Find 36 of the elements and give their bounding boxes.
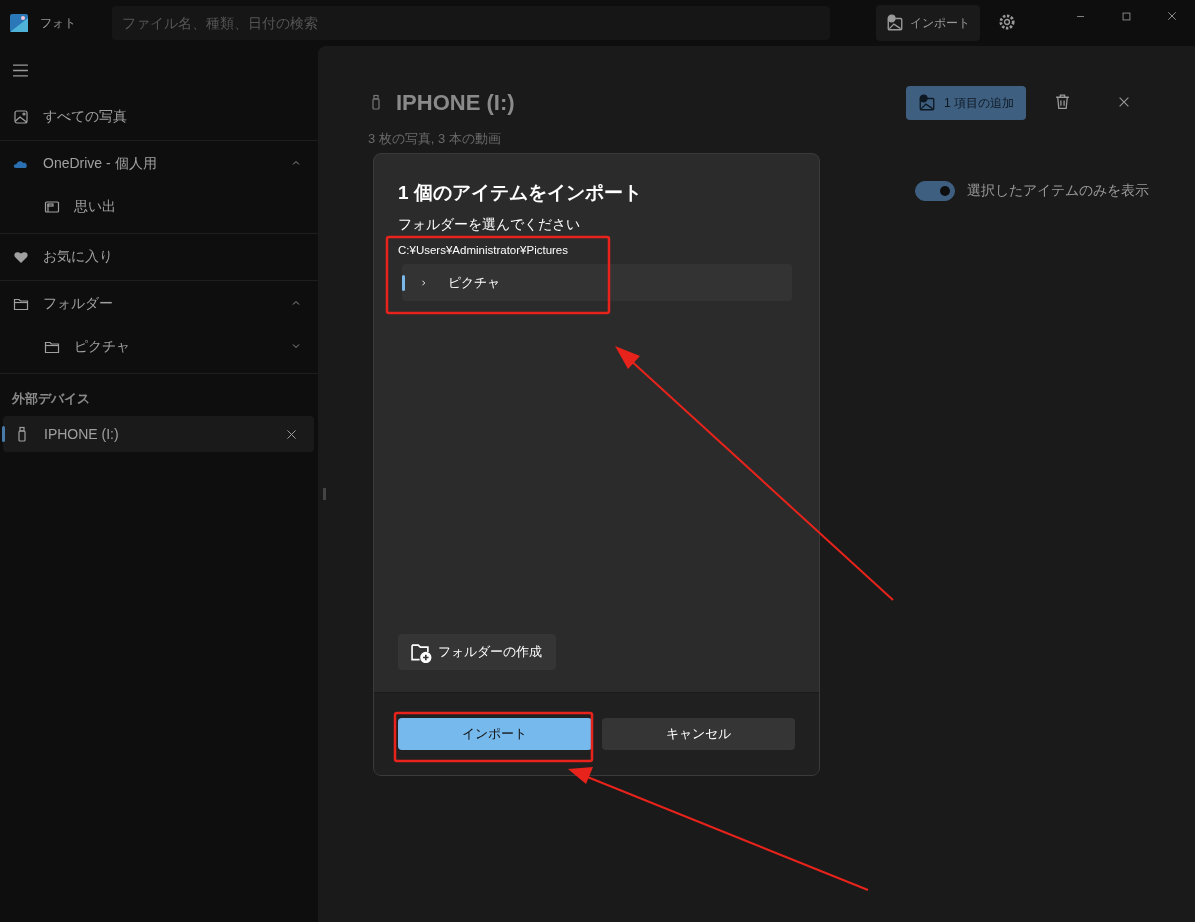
device-item[interactable]: IPHONE (I:) [3, 416, 314, 452]
item-count: 3 枚の写真, 3 本の動画 [368, 130, 502, 148]
album-icon [44, 199, 60, 215]
dialog-title: 1 個のアイテムをインポート [398, 181, 643, 205]
page-title: IPHONE (I:) [396, 90, 515, 116]
sidebar-item[interactable]: 思い出 [74, 198, 302, 216]
splitter-handle-icon[interactable] [323, 488, 326, 500]
folder-tree-item[interactable]: ピクチャ [402, 264, 792, 301]
folder-icon [13, 296, 29, 312]
sidebar-item[interactable]: ピクチャ [74, 338, 276, 356]
import-button[interactable]: インポート [876, 5, 980, 41]
search-field[interactable]: ファイル名、種類、日付の検索 [112, 6, 830, 40]
app-logo-icon [10, 14, 28, 32]
new-folder-icon [410, 641, 432, 663]
folder-icon [44, 339, 60, 355]
photo-icon [13, 109, 29, 125]
folder-path: C:¥Users¥Administrator¥Pictures [398, 244, 569, 256]
close-icon [285, 427, 298, 441]
cancel-button[interactable]: キャンセル [601, 718, 795, 750]
image-download-icon [886, 14, 904, 32]
settings-icon [998, 12, 1016, 31]
sidebar-item[interactable]: お気に入り [43, 248, 302, 266]
sidebar-item[interactable]: すべての写真 [43, 108, 302, 126]
trash-icon [1054, 93, 1071, 110]
toggle-label: 選択したアイテムのみを表示 [967, 182, 1149, 200]
image-download-icon [918, 94, 936, 112]
dialog-subtitle: フォルダーを選んでください [398, 216, 581, 234]
app-title: フォト [40, 14, 77, 32]
import-confirm-button[interactable]: インポート [398, 718, 592, 750]
menu-icon [12, 62, 29, 79]
section-title: 外部デバイス [11, 390, 91, 408]
create-folder-button[interactable]: フォルダーの作成 [398, 634, 556, 670]
sidebar-item[interactable]: フォルダー [43, 295, 276, 313]
toggle-switch[interactable] [915, 181, 955, 201]
sidebar-item[interactable]: OneDrive - 個人用 [43, 155, 276, 173]
heart-icon [13, 249, 29, 265]
